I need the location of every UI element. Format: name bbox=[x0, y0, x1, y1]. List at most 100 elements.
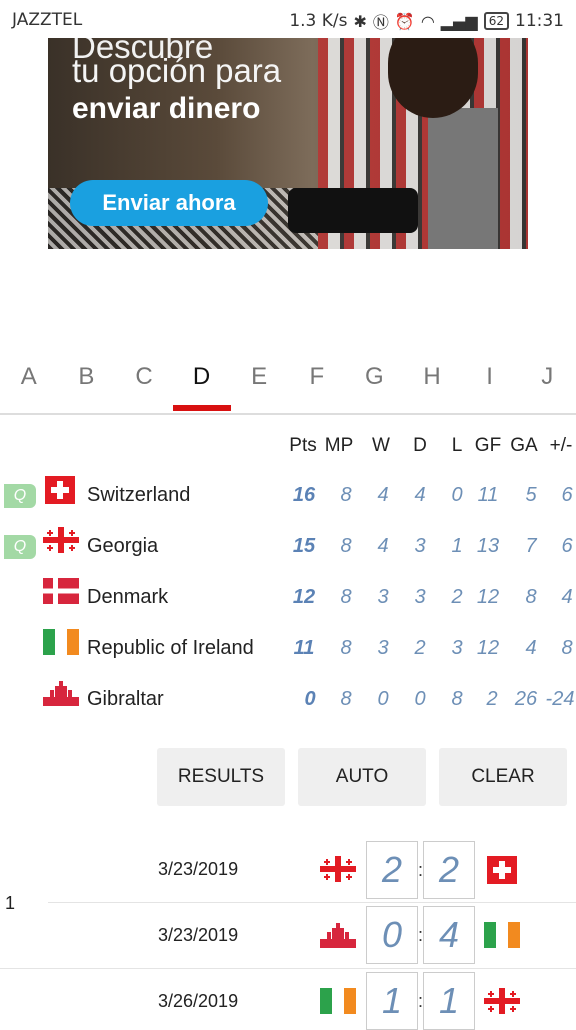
home-score-input[interactable]: 1 bbox=[366, 972, 418, 1030]
standings-row[interactable]: Republic of Ireland 11 8 3 2 3 12 4 8 bbox=[0, 623, 576, 674]
cell-w: 4 bbox=[377, 535, 389, 557]
status-bar: JAZZTEL 1.3 K/s ✱ Ⓝ ⏰ ◠ ▂▄▆ 62 11:31 bbox=[0, 0, 576, 40]
tab-group-b[interactable]: B bbox=[58, 363, 116, 391]
cell-gf: 12 bbox=[476, 586, 500, 608]
alarm-icon: ⏰ bbox=[394, 11, 415, 31]
header-w: W bbox=[372, 435, 390, 456]
cell-gd: 6 bbox=[561, 535, 573, 557]
cell-pts: 12 bbox=[292, 586, 316, 608]
nfc-icon: Ⓝ bbox=[372, 13, 389, 32]
tab-group-a[interactable]: A bbox=[0, 363, 58, 391]
clear-button[interactable]: CLEAR bbox=[439, 748, 567, 806]
header-ga: GA bbox=[510, 435, 538, 456]
tab-group-j[interactable]: J bbox=[518, 363, 576, 391]
cell-d: 2 bbox=[414, 637, 426, 659]
header-pts: Pts bbox=[289, 435, 317, 456]
round-number: 1 bbox=[5, 893, 16, 913]
tab-group-g[interactable]: G bbox=[346, 363, 404, 391]
ad-cta-button[interactable]: Enviar ahora bbox=[70, 180, 268, 226]
status-icons: 1.3 K/s ✱ Ⓝ ⏰ ◠ ▂▄▆ 62 11:31 bbox=[289, 9, 564, 33]
cell-mp: 8 bbox=[340, 535, 352, 557]
wifi-icon: ◠ bbox=[420, 11, 435, 31]
ad-banner[interactable]: Descubre tu opción para enviar dinero En… bbox=[48, 38, 528, 249]
georgia-flag-icon bbox=[484, 988, 520, 1014]
results-button[interactable]: RESULTS bbox=[157, 748, 285, 806]
home-score-input[interactable]: 2 bbox=[366, 841, 418, 899]
cell-gd: 4 bbox=[561, 586, 573, 608]
cell-ga: 7 bbox=[525, 535, 537, 557]
standings-row[interactable]: Denmark 12 8 3 3 2 12 8 4 bbox=[0, 572, 576, 623]
team-name: Georgia bbox=[87, 535, 159, 557]
gibraltar-flag-icon bbox=[43, 680, 79, 706]
header-mp: MP bbox=[324, 435, 354, 456]
cell-w: 4 bbox=[377, 484, 389, 506]
cell-ga: 5 bbox=[525, 484, 537, 506]
cell-mp: 8 bbox=[340, 586, 352, 608]
team-name: Switzerland bbox=[87, 484, 191, 506]
header-gf: GF bbox=[474, 435, 502, 456]
cell-pts: 16 bbox=[292, 484, 316, 506]
cell-l: 8 bbox=[451, 688, 463, 710]
cell-d: 4 bbox=[414, 484, 426, 506]
cell-gf: 13 bbox=[476, 535, 500, 557]
cell-mp: 8 bbox=[340, 484, 352, 506]
cell-pts: 11 bbox=[293, 637, 315, 659]
ireland-flag-icon bbox=[43, 629, 79, 655]
tab-group-i[interactable]: I bbox=[461, 363, 519, 391]
denmark-flag-icon bbox=[43, 578, 79, 604]
switzerland-flag-icon bbox=[487, 856, 517, 884]
clock: 11:31 bbox=[515, 11, 564, 31]
group-tabs: A B C D E F G H I J bbox=[0, 355, 576, 415]
georgia-flag-icon bbox=[43, 527, 79, 553]
cell-ga: 4 bbox=[525, 637, 537, 659]
georgia-flag-icon bbox=[320, 856, 356, 882]
ireland-flag-icon bbox=[320, 988, 356, 1014]
away-score-input[interactable]: 1 bbox=[423, 972, 475, 1030]
cell-w: 3 bbox=[377, 586, 389, 608]
match-date: 3/23/2019 bbox=[158, 925, 239, 945]
away-score-input[interactable]: 2 bbox=[423, 841, 475, 899]
team-name: Republic of Ireland bbox=[87, 637, 254, 659]
cell-mp: 8 bbox=[340, 688, 352, 710]
cell-gf: 11 bbox=[477, 484, 499, 506]
tab-group-c[interactable]: C bbox=[115, 363, 173, 391]
cell-d: 3 bbox=[414, 586, 426, 608]
network-speed: 1.3 K/s bbox=[289, 11, 348, 31]
match-date: 3/23/2019 bbox=[158, 859, 239, 879]
ad-headline-3: enviar dinero bbox=[72, 92, 261, 125]
match-divider bbox=[0, 968, 576, 969]
switzerland-flag-icon bbox=[45, 476, 75, 504]
standings-row[interactable]: Q Switzerland 16 8 4 4 0 11 5 6 bbox=[0, 470, 576, 521]
match-date: 3/26/2019 bbox=[158, 991, 239, 1011]
header-gd: +/- bbox=[549, 435, 573, 456]
ireland-flag-icon bbox=[484, 922, 520, 948]
team-name: Gibraltar bbox=[87, 688, 164, 710]
standings-row[interactable]: Gibraltar 0 8 0 0 8 2 26 -24 bbox=[0, 674, 576, 725]
qualified-badge: Q bbox=[4, 535, 36, 559]
tab-group-d[interactable]: D bbox=[173, 363, 231, 391]
auto-button[interactable]: AUTO bbox=[298, 748, 426, 806]
tab-group-e[interactable]: E bbox=[230, 363, 288, 391]
cell-w: 0 bbox=[377, 688, 389, 710]
cell-d: 3 bbox=[414, 535, 426, 557]
tab-group-h[interactable]: H bbox=[403, 363, 461, 391]
cell-gd: -24 bbox=[545, 688, 575, 710]
home-score-input[interactable]: 0 bbox=[366, 906, 418, 964]
cell-pts: 0 bbox=[304, 688, 316, 710]
header-d: D bbox=[413, 435, 427, 456]
carrier-label: JAZZTEL bbox=[12, 10, 83, 30]
cell-gd: 8 bbox=[561, 637, 573, 659]
away-score-input[interactable]: 4 bbox=[423, 906, 475, 964]
gibraltar-flag-icon bbox=[320, 922, 356, 948]
cell-gf: 12 bbox=[476, 637, 500, 659]
ad-image-undershirt bbox=[428, 108, 498, 249]
signal-icon: ▂▄▆ bbox=[440, 11, 478, 31]
standings-row[interactable]: Q Georgia 15 8 4 3 1 13 7 6 bbox=[0, 521, 576, 572]
cell-mp: 8 bbox=[340, 637, 352, 659]
tab-group-f[interactable]: F bbox=[288, 363, 346, 391]
cell-w: 3 bbox=[377, 637, 389, 659]
qualified-badge: Q bbox=[4, 484, 36, 508]
ad-headline-2: tu opción para bbox=[72, 52, 282, 89]
team-name: Denmark bbox=[87, 586, 169, 608]
cell-ga: 8 bbox=[525, 586, 537, 608]
